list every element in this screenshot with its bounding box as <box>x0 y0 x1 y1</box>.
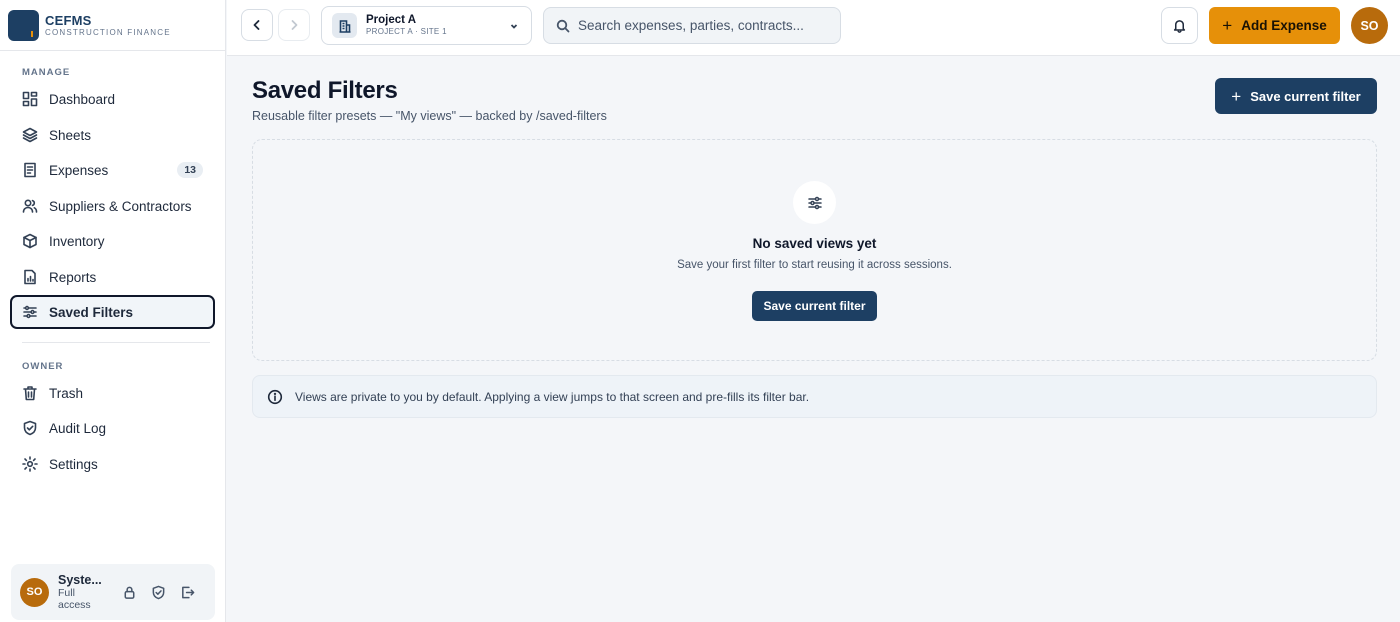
report-icon <box>24 269 36 285</box>
search-bar[interactable] <box>543 7 841 44</box>
sidebar-item-settings[interactable]: Settings <box>10 447 215 481</box>
user-name: Syste... <box>58 572 102 587</box>
page-subtitle: Reusable filter presets — "My views" — b… <box>252 109 607 123</box>
plus-icon: + <box>1231 86 1242 106</box>
empty-save-filter-button[interactable]: Save current filter <box>752 291 877 321</box>
sidebar-item-trash[interactable]: Trash <box>10 376 215 410</box>
trash-icon <box>23 386 37 401</box>
sidebar-item-label: Settings <box>49 456 98 472</box>
info-icon <box>267 389 283 404</box>
avatar[interactable]: SO <box>20 577 49 607</box>
lock-icon[interactable] <box>122 585 137 600</box>
sidebar-item-audit-log[interactable]: Audit Log <box>10 411 215 445</box>
user-card: SO Syste... Full access <box>11 564 215 620</box>
sidebar-item-label: Audit Log <box>49 420 107 436</box>
sliders-icon <box>23 305 37 319</box>
shield-check-icon <box>23 420 37 436</box>
shield-check-icon[interactable] <box>151 585 166 600</box>
brand[interactable]: CEFMS CONSTRUCTION FINANCE <box>0 0 225 51</box>
sidebar-item-sheets[interactable]: Sheets <box>10 118 215 152</box>
bell-icon <box>1173 20 1186 33</box>
add-expense-label: Add Expense <box>1241 18 1327 33</box>
chevron-right-icon <box>291 20 298 30</box>
notifications-button[interactable] <box>1161 7 1198 44</box>
sidebar-item-label: Suppliers & Contractors <box>49 198 192 214</box>
chevron-left-icon <box>253 20 260 30</box>
sliders-icon <box>793 181 836 224</box>
sidebar-item-label: Expenses <box>49 162 109 178</box>
manage-section-label: MANAGE <box>22 67 71 78</box>
save-current-filter-label: Save current filter <box>1250 88 1361 104</box>
brand-logo <box>8 9 39 41</box>
info-banner: Views are private to you by default. App… <box>252 375 1377 418</box>
chevron-down-icon <box>510 24 518 29</box>
users-icon <box>22 199 38 213</box>
info-text: Views are private to you by default. App… <box>295 389 810 404</box>
save-current-filter-button[interactable]: + Save current filter <box>1215 78 1377 114</box>
avatar[interactable]: SO <box>1351 7 1388 44</box>
sidebar-item-label: Saved Filters <box>49 304 134 320</box>
empty-state: No saved views yet Save your first filte… <box>252 139 1377 361</box>
project-name: Project A <box>366 13 417 26</box>
back-button[interactable] <box>241 9 273 41</box>
topbar: Project A PROJECT A · SITE 1 + Add Expen… <box>227 0 1400 56</box>
sidebar-item-expenses[interactable]: Expenses 13 <box>10 153 215 187</box>
add-expense-button[interactable]: + Add Expense <box>1209 7 1340 44</box>
forward-button[interactable] <box>278 9 310 41</box>
sidebar-item-reports[interactable]: Reports <box>10 260 215 294</box>
sidebar-item-label: Trash <box>49 385 84 401</box>
box-icon <box>23 233 37 249</box>
dashboard-icon <box>22 91 38 107</box>
brand-name: CEFMS <box>45 12 92 28</box>
sidebar-item-dashboard[interactable]: Dashboard <box>10 82 215 116</box>
sidebar-item-saved-filters[interactable]: Saved Filters <box>10 295 215 329</box>
sidebar-item-inventory[interactable]: Inventory <box>10 224 215 258</box>
receipt-icon <box>24 162 36 178</box>
sidebar-item-label: Sheets <box>49 127 92 143</box>
sidebar-item-suppliers[interactable]: Suppliers & Contractors <box>10 189 215 223</box>
owner-section-label: OWNER <box>22 361 64 372</box>
sidebar-item-label: Reports <box>49 269 97 285</box>
sidebar: CEFMS CONSTRUCTION FINANCE MANAGE Dashbo… <box>0 0 226 622</box>
user-role: Full access <box>58 587 91 612</box>
empty-state-description: Save your first filter to start reusing … <box>677 259 952 271</box>
building-icon <box>332 13 357 38</box>
page-title: Saved Filters <box>252 77 398 104</box>
logout-icon[interactable] <box>180 585 195 600</box>
sidebar-item-label: Inventory <box>49 233 105 249</box>
empty-state-title: No saved views yet <box>752 236 877 251</box>
layers-icon <box>22 127 38 143</box>
gear-icon <box>22 456 38 472</box>
search-input[interactable] <box>578 18 828 33</box>
project-subtitle: PROJECT A · SITE 1 <box>366 27 447 37</box>
expenses-count-badge: 13 <box>177 162 203 178</box>
sidebar-divider <box>22 342 210 343</box>
sidebar-item-label: Dashboard <box>49 91 116 107</box>
plus-icon: + <box>1222 16 1233 35</box>
project-selector[interactable]: Project A PROJECT A · SITE 1 <box>321 6 532 45</box>
brand-subtitle: CONSTRUCTION FINANCE <box>45 27 171 37</box>
search-icon <box>556 19 570 32</box>
